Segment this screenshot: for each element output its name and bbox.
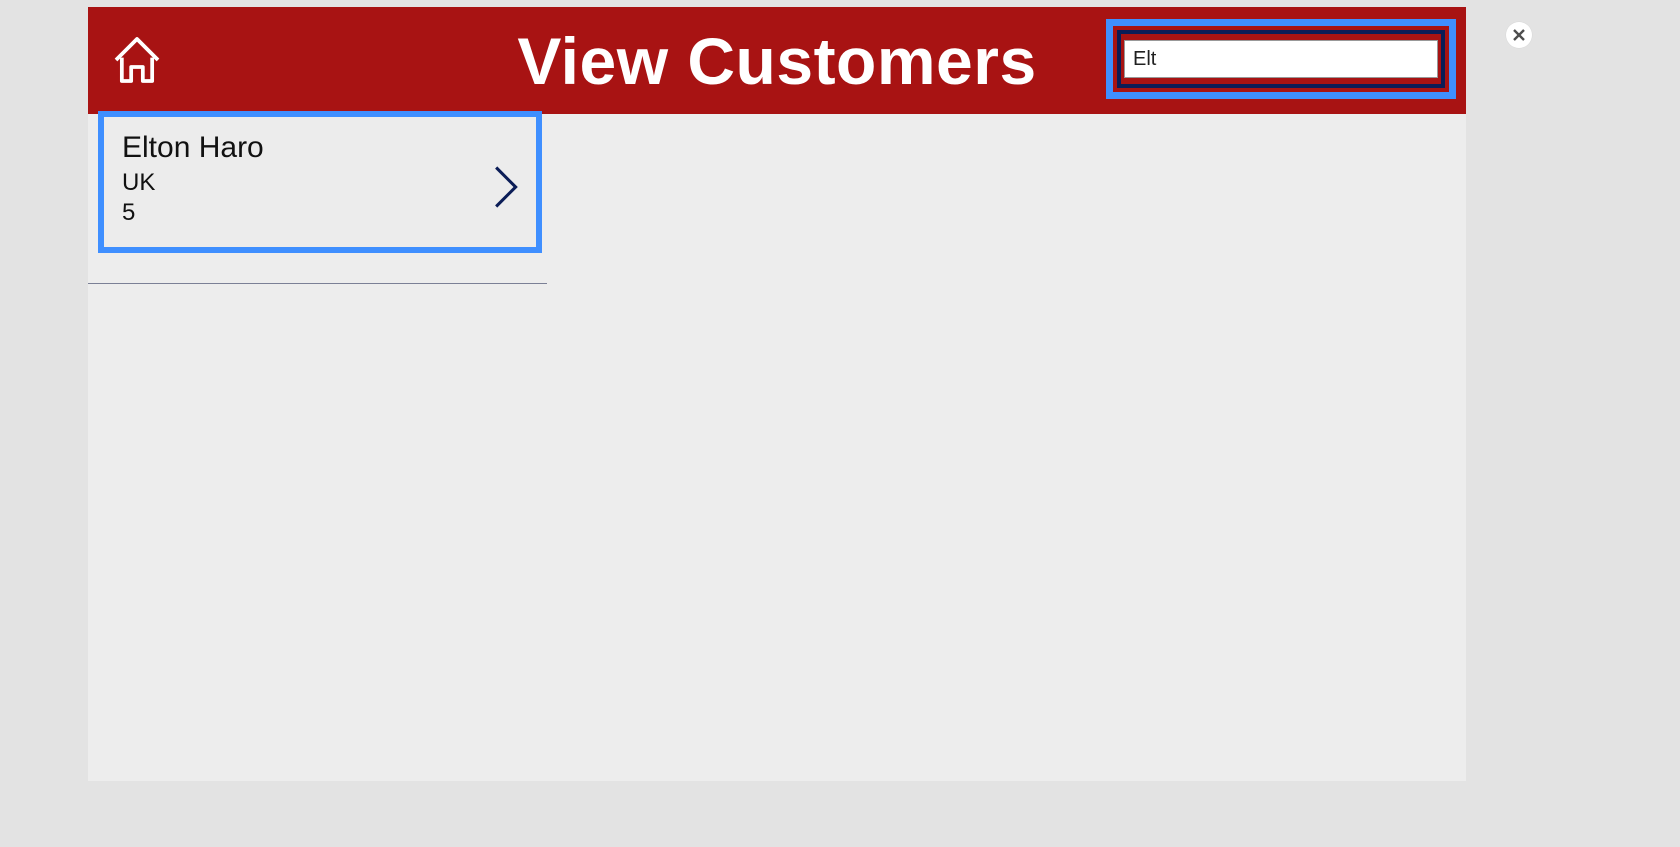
content-area: Elton Haro UK 5 (88, 111, 1466, 284)
customer-name: Elton Haro (122, 131, 518, 165)
home-button[interactable] (106, 29, 168, 91)
customer-list: Elton Haro UK 5 (88, 111, 547, 284)
header-bar: View Customers (88, 7, 1466, 114)
search-highlight-outer (1106, 19, 1456, 99)
close-icon (1513, 29, 1525, 41)
customer-id: 5 (122, 199, 518, 227)
search-input[interactable] (1124, 40, 1438, 78)
search-highlight-inner (1117, 30, 1445, 88)
customer-card[interactable]: Elton Haro UK 5 (98, 111, 542, 253)
chevron-right-icon (494, 165, 520, 214)
home-icon (109, 32, 165, 88)
customer-country: UK (122, 169, 518, 197)
list-divider (88, 283, 547, 284)
close-button[interactable] (1506, 22, 1532, 48)
app-window: View Customers Elton Haro UK 5 (88, 7, 1466, 781)
